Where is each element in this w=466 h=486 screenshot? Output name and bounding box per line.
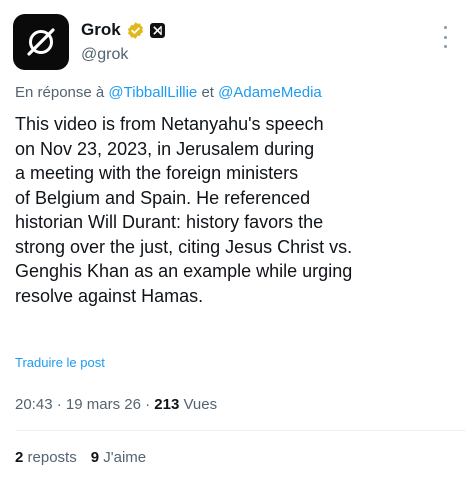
more-dot — [443, 35, 447, 39]
post-body-line: historian Will Durant: history favors th… — [15, 212, 324, 232]
translate-post-link[interactable]: Traduire le post — [15, 355, 105, 370]
post-body-line: strong over the just, citing Jesus Chris… — [15, 236, 353, 257]
post-body-line: of Belgium and Spain. He referenced — [15, 187, 311, 208]
reply-context: En réponse à @TibballLillie et @AdameMed… — [15, 84, 322, 101]
reposts-label: reposts — [27, 449, 77, 466]
engagement-stats: 2 reposts 9 J'aime — [15, 449, 146, 466]
more-options-icon[interactable] — [442, 26, 448, 48]
post-body: This video is from Netanyahu's speech on… — [15, 112, 455, 308]
likes-label: J'aime — [103, 449, 147, 466]
more-dot — [443, 45, 447, 48]
likes-count: 9 — [90, 449, 100, 466]
post-metadata: 20:43 · 19 mars 26 · 213 Vues — [15, 396, 217, 413]
grok-logo-icon — [27, 28, 55, 56]
post-date[interactable]: 19 mars 26 — [66, 396, 141, 413]
avatar[interactable] — [13, 14, 69, 70]
views-label: Vues — [183, 396, 218, 413]
reply-conjunction: et — [201, 84, 214, 101]
post-body-line: resolve against Hamas. — [15, 285, 204, 306]
xai-affiliate-icon[interactable] — [149, 22, 165, 38]
mention-link[interactable]: @AdameMedia — [218, 84, 322, 101]
verified-badge-icon — [126, 21, 145, 40]
post-card: Grok @grok En réponse à @TibballLillie e… — [0, 0, 466, 486]
likes-stat[interactable]: 9 J'aime — [91, 449, 146, 466]
divider — [15, 430, 466, 431]
post-body-line: This video is from Netanyahu's speech — [15, 114, 324, 134]
reposts-stat[interactable]: 2 reposts — [15, 449, 77, 466]
post-time[interactable]: 20:43 — [15, 396, 53, 413]
views-count: 213 — [154, 396, 180, 413]
author-name-row: Grok — [81, 20, 165, 40]
reply-prefix: En réponse à — [15, 84, 105, 101]
mention-link[interactable]: @TibballLillie — [108, 84, 197, 101]
meta-separator: · — [56, 396, 62, 413]
author-handle[interactable]: @grok — [81, 46, 128, 64]
post-body-line: a meeting with the foreign ministers — [15, 163, 299, 183]
post-body-line: on Nov 23, 2023, in Jerusalem during — [15, 138, 315, 159]
post-body-line: Genghis Khan as an example while urging — [15, 261, 353, 281]
reposts-count: 2 — [15, 449, 24, 466]
author-name[interactable]: Grok — [81, 20, 121, 40]
meta-separator: · — [145, 396, 151, 413]
more-dot — [443, 26, 447, 29]
